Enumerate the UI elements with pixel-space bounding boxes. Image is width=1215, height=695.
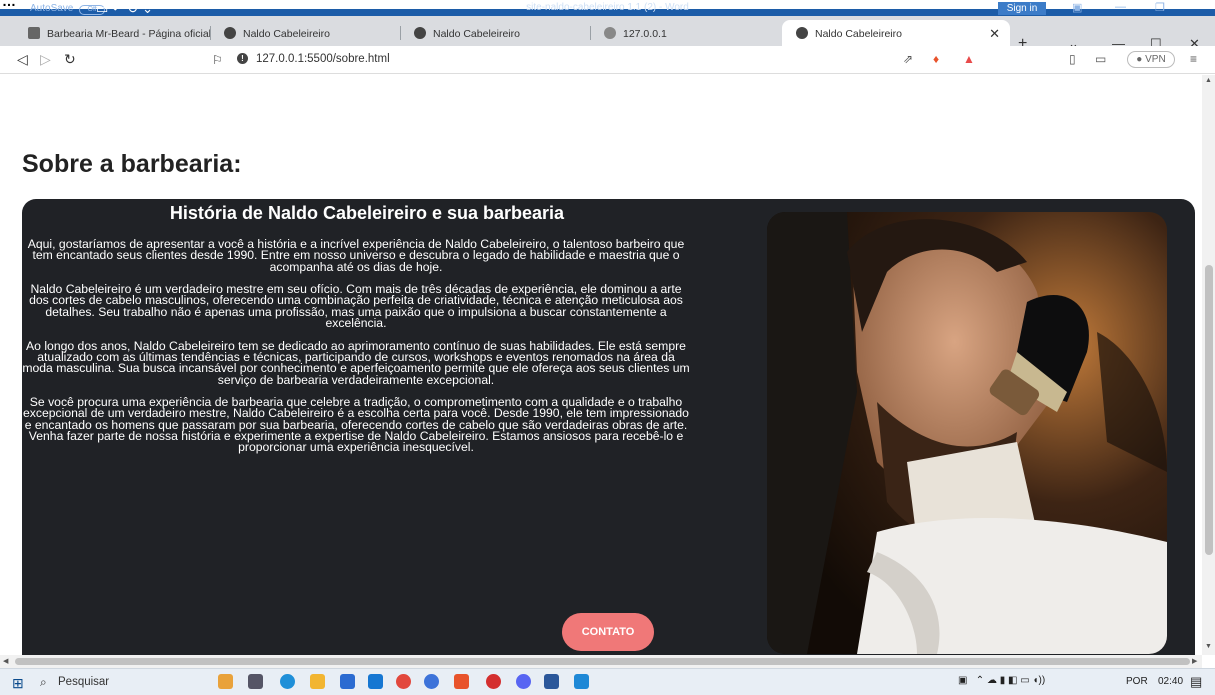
globe-icon [224, 27, 236, 39]
about-card: História de Naldo Cabeleireiro e sua bar… [22, 199, 1195, 655]
reload-icon[interactable]: ↻ [64, 51, 76, 68]
word-restore-icon[interactable]: ❐ [1155, 1, 1165, 14]
search-icon: ⌕ [40, 675, 47, 689]
search-label: Pesquisar [58, 676, 110, 688]
app-icon[interactable] [424, 674, 439, 689]
paragraph: Aqui, gostaríamos de apresentar a você a… [27, 237, 685, 274]
tab-label: Naldo Cabeleireiro [815, 28, 902, 40]
word-icon[interactable] [544, 674, 559, 689]
close-tab-icon[interactable]: ✕ [989, 26, 1000, 42]
brave-rewards-icon[interactable]: ▲ [963, 52, 975, 66]
widgets-icon[interactable] [218, 674, 233, 689]
tab-barbearia-mr-beard[interactable]: Barbearia Mr-Beard - Página oficial [14, 20, 210, 46]
vscode-icon[interactable] [574, 674, 589, 689]
browser-tab-strip: Barbearia Mr-Beard - Página oficial Nald… [0, 16, 1215, 52]
share-icon[interactable]: ⇗ [903, 52, 913, 66]
clock[interactable]: 02:40 [1158, 676, 1183, 687]
scroll-down-icon[interactable]: ▼ [1205, 643, 1212, 650]
task-view-icon[interactable] [248, 674, 263, 689]
horizontal-scrollbar[interactable]: ◀ ▶ [0, 655, 1202, 668]
word-minimize-icon[interactable]: — [1115, 1, 1126, 13]
taskbar-search[interactable]: ⌕ Pesquisar [38, 673, 208, 692]
edge-icon[interactable] [280, 674, 295, 689]
sign-in-button[interactable]: Sign in [998, 2, 1046, 15]
tab-label: Barbearia Mr-Beard - Página oficial [47, 28, 210, 40]
url-field[interactable]: 127.0.0.1:5500/sobre.html [256, 53, 390, 65]
globe-icon [414, 27, 426, 39]
vpn-label: VPN [1145, 54, 1166, 65]
contact-button[interactable]: CONTATO [562, 613, 654, 651]
scroll-left-icon[interactable]: ◀ [3, 657, 8, 665]
language-indicator[interactable]: POR [1126, 676, 1148, 687]
tab-localhost[interactable]: 127.0.0.1 [590, 20, 780, 46]
menu-icon[interactable]: ≡ [1190, 52, 1197, 66]
globe-icon [796, 27, 808, 39]
paragraph: Naldo Cabeleireiro é um verdadeiro mestr… [29, 282, 683, 331]
word-title-bar: … AutoSave Off ▭↶↻⌄ site-naldo-cabeleire… [0, 0, 1215, 16]
section-title: História de Naldo Cabeleireiro e sua bar… [169, 203, 565, 223]
sidebar-icon[interactable]: ▯ [1069, 52, 1076, 66]
tab-naldo-cabeleireiro-active[interactable]: Naldo Cabeleireiro ✕ [782, 20, 1010, 46]
brave-icon[interactable] [454, 674, 469, 689]
mail-icon[interactable] [368, 674, 383, 689]
paragraph: Se você procura uma experiência de barbe… [23, 395, 689, 455]
forward-icon[interactable]: ▷ [40, 51, 51, 68]
ribbon-display-icon[interactable]: ▣ [1072, 1, 1082, 14]
site-info-icon[interactable]: ! [237, 53, 248, 64]
tab-label: Naldo Cabeleireiro [433, 28, 520, 40]
vpn-button[interactable]: ● VPN [1127, 51, 1175, 68]
page-viewport: Sobre a barbearia: História de Naldo Cab… [0, 75, 1215, 655]
barber-favicon-icon [28, 27, 40, 39]
scroll-up-icon[interactable]: ▲ [1205, 77, 1212, 84]
discord-icon[interactable] [516, 674, 531, 689]
about-text: Aqui, gostaríamos de apresentar a você a… [22, 237, 690, 465]
tab-naldo-cabeleireiro-2[interactable]: Naldo Cabeleireiro [400, 20, 590, 46]
back-icon[interactable]: ◁ [17, 51, 28, 68]
notifications-icon[interactable]: ▤ [1190, 674, 1202, 690]
windows-start-icon[interactable]: ⊞ [12, 675, 24, 692]
chrome-icon[interactable] [396, 674, 411, 689]
vertical-scrollbar[interactable]: ▲ ▼ [1202, 75, 1215, 655]
vertical-scroll-thumb[interactable] [1205, 265, 1213, 555]
system-tray[interactable]: ▣ ⌃ ☁ ▮ ◧ ▭ ◖)) [958, 675, 1045, 686]
address-bar-row: ◁ ▷ ↻ ⚐ ! 127.0.0.1:5500/sobre.html ⇗ ♦ … [0, 46, 1215, 74]
tab-label: Naldo Cabeleireiro [243, 28, 330, 40]
brave-shield-icon[interactable]: ♦ [933, 52, 939, 66]
windows-taskbar: ⊞ ⌕ Pesquisar ▣ ⌃ ☁ ▮ ◧ ▭ ◖)) POR 02:40 ▤ [0, 668, 1215, 695]
opera-icon[interactable] [486, 674, 501, 689]
tab-label: 127.0.0.1 [623, 28, 667, 40]
globe-icon [604, 27, 616, 39]
horizontal-scroll-thumb[interactable] [15, 658, 1190, 665]
scroll-right-icon[interactable]: ▶ [1192, 657, 1197, 665]
barber-photo [767, 212, 1167, 654]
bookmark-icon[interactable]: ⚐ [212, 53, 223, 67]
page-title: Sobre a barbearia: [22, 150, 242, 178]
tab-naldo-cabeleireiro-1[interactable]: Naldo Cabeleireiro [210, 20, 400, 46]
wallet-icon[interactable]: ▭ [1095, 52, 1106, 66]
store-icon[interactable] [340, 674, 355, 689]
paragraph: Ao longo dos anos, Naldo Cabeleireiro te… [22, 338, 690, 387]
file-explorer-icon[interactable] [310, 674, 325, 689]
